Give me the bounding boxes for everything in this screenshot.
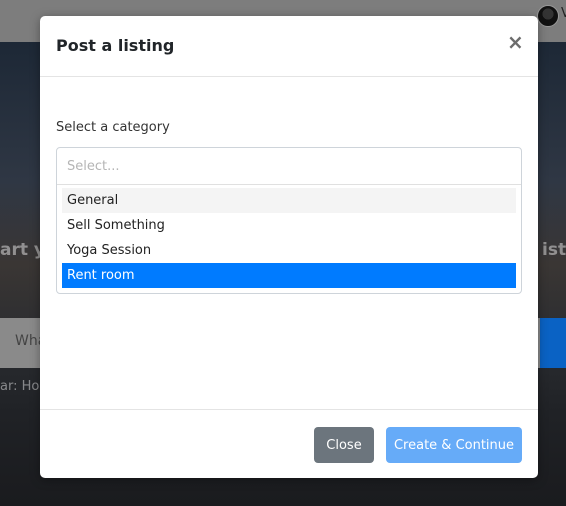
hero-text-right: isti bbox=[542, 240, 566, 260]
modal-footer: Close Create & Continue bbox=[40, 409, 538, 479]
option-sell-something[interactable]: Sell Something bbox=[62, 213, 516, 238]
option-general[interactable]: General bbox=[62, 188, 516, 213]
close-button[interactable]: Close bbox=[314, 427, 374, 463]
background-search-button bbox=[540, 318, 566, 368]
page: V art yo isti Wha ar: Hou Post a listing… bbox=[0, 0, 566, 506]
modal-header: Post a listing × bbox=[40, 16, 538, 77]
avatar-letter: V bbox=[561, 6, 566, 21]
option-rent-room[interactable]: Rent room bbox=[62, 263, 516, 288]
category-select[interactable]: General Sell Something Yoga Session Rent… bbox=[56, 147, 522, 294]
close-icon[interactable]: × bbox=[507, 32, 524, 52]
category-search-input[interactable] bbox=[65, 154, 509, 178]
post-listing-modal: Post a listing × Select a category Gener… bbox=[40, 16, 538, 478]
modal-title: Post a listing bbox=[56, 36, 175, 55]
option-yoga-session[interactable]: Yoga Session bbox=[62, 238, 516, 263]
create-continue-button[interactable]: Create & Continue bbox=[386, 427, 522, 463]
avatar bbox=[537, 5, 559, 27]
category-search bbox=[57, 148, 521, 185]
category-label: Select a category bbox=[56, 120, 170, 135]
